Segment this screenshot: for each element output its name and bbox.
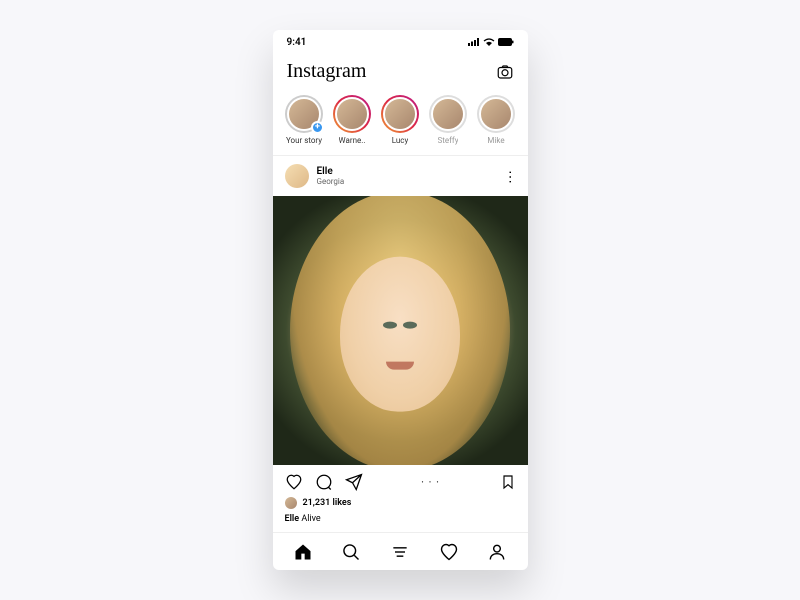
carousel-dots: • • • bbox=[421, 479, 440, 486]
story-ring bbox=[381, 95, 419, 133]
story-label: Your story bbox=[286, 136, 322, 145]
story-item[interactable]: Steffy bbox=[429, 95, 468, 145]
post-caption: Elle Alive bbox=[273, 511, 528, 532]
story-label: Lucy bbox=[392, 136, 409, 145]
post-actions: • • • bbox=[273, 465, 528, 495]
app-header: Instagram bbox=[273, 54, 528, 91]
story-label: Warne.. bbox=[339, 136, 366, 145]
camera-icon[interactable] bbox=[496, 63, 514, 81]
liker-avatar bbox=[285, 497, 297, 509]
story-item[interactable]: + Your story bbox=[285, 95, 324, 145]
post-user[interactable]: Elle Georgia bbox=[285, 164, 345, 188]
likes-row[interactable]: 21,231 likes bbox=[273, 495, 528, 511]
phone-frame: 9:41 Instagram + Your story Warne.. Lucy Ste… bbox=[273, 30, 528, 570]
story-label: Steffy bbox=[438, 136, 459, 145]
like-icon[interactable] bbox=[285, 473, 303, 491]
likes-count: 21,231 likes bbox=[303, 498, 352, 508]
story-ring: + bbox=[285, 95, 323, 133]
avatar bbox=[335, 97, 369, 131]
story-label: Mike bbox=[487, 136, 504, 145]
avatar bbox=[479, 97, 513, 131]
story-ring bbox=[477, 95, 515, 133]
activity-tab-icon[interactable] bbox=[439, 542, 459, 562]
post-header: Elle Georgia ⋯ bbox=[273, 156, 528, 196]
post-location: Georgia bbox=[317, 177, 345, 186]
avatar bbox=[285, 164, 309, 188]
profile-tab-icon[interactable] bbox=[487, 542, 507, 562]
caption-username[interactable]: Elle bbox=[285, 514, 300, 524]
status-icons bbox=[468, 38, 514, 46]
story-item[interactable]: Lucy bbox=[381, 95, 420, 145]
reels-tab-icon[interactable] bbox=[390, 542, 410, 562]
post-image[interactable] bbox=[273, 196, 528, 465]
story-ring bbox=[429, 95, 467, 133]
avatar bbox=[431, 97, 465, 131]
comment-icon[interactable] bbox=[315, 473, 333, 491]
status-bar: 9:41 bbox=[273, 30, 528, 54]
instagram-logo: Instagram bbox=[287, 60, 367, 83]
avatar bbox=[383, 97, 417, 131]
status-time: 9:41 bbox=[287, 37, 307, 48]
story-item[interactable]: Mike bbox=[477, 95, 516, 145]
caption-text: Alive bbox=[301, 514, 320, 524]
signal-icon bbox=[468, 38, 480, 46]
search-tab-icon[interactable] bbox=[341, 542, 361, 562]
add-story-badge-icon: + bbox=[311, 121, 324, 134]
home-tab-icon[interactable] bbox=[293, 542, 313, 562]
bookmark-icon[interactable] bbox=[500, 473, 516, 491]
share-icon[interactable] bbox=[345, 473, 363, 491]
stories-row[interactable]: + Your story Warne.. Lucy Steffy Mike bbox=[273, 91, 528, 156]
post-username: Elle bbox=[317, 166, 345, 177]
wifi-icon bbox=[483, 38, 495, 46]
story-item[interactable]: Warne.. bbox=[333, 95, 372, 145]
battery-icon bbox=[498, 38, 514, 46]
tab-bar bbox=[273, 532, 528, 570]
story-ring bbox=[333, 95, 371, 133]
more-options-icon[interactable]: ⋯ bbox=[502, 170, 518, 182]
